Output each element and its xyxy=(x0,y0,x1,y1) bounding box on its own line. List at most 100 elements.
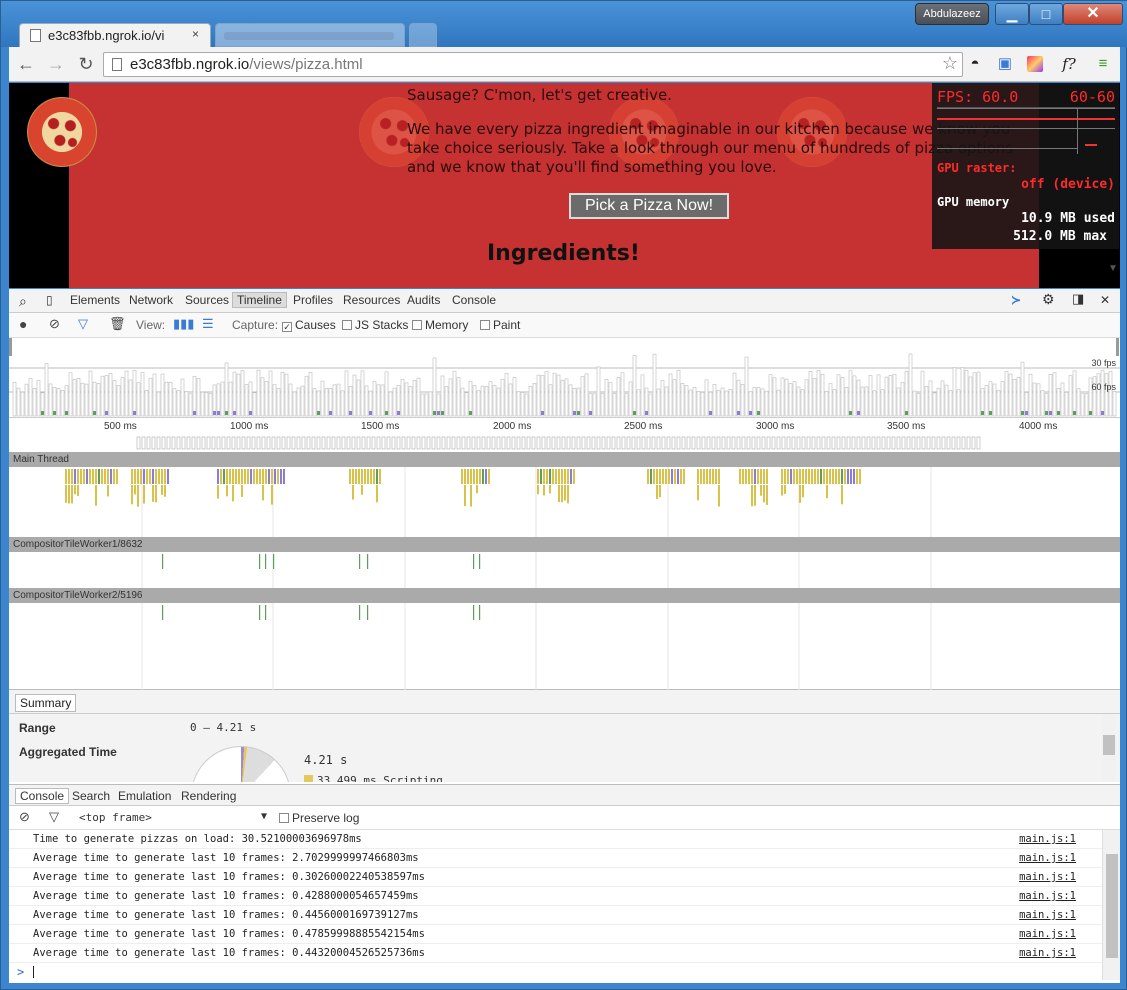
source-link[interactable]: main.js:1 xyxy=(1019,928,1076,940)
gpu-raster-label: GPU raster: xyxy=(937,161,1017,175)
close-devtools-icon[interactable]: ✕ xyxy=(1100,293,1110,307)
tab-sources[interactable]: Sources xyxy=(185,293,229,307)
source-link[interactable]: main.js:1 xyxy=(1019,909,1076,921)
frame-box xyxy=(356,436,361,450)
new-tab-button[interactable] xyxy=(409,23,437,47)
main-thread-subtask xyxy=(271,485,273,505)
main-thread-task xyxy=(92,469,94,484)
device-mode-icon[interactable]: ▯ xyxy=(46,293,53,307)
frame-box xyxy=(661,436,666,450)
flamechart-view-icon[interactable]: ☰ xyxy=(202,316,214,332)
tab-timeline[interactable]: Timeline xyxy=(232,292,287,308)
frame-bar xyxy=(176,390,181,417)
browser-tab-active[interactable]: e3c83fbb.ngrok.io/vi × xyxy=(19,23,211,47)
frame-bar xyxy=(860,386,865,417)
profile-badge[interactable]: Abdulazeez xyxy=(915,3,989,25)
timeline-overview[interactable]: 30 fps 60 fps xyxy=(9,338,1120,418)
tab-network[interactable]: Network xyxy=(129,293,173,307)
tab-console[interactable]: Console xyxy=(452,293,496,307)
track-compositor-worker-1[interactable]: CompositorTileWorker1/8632 xyxy=(9,537,1120,552)
pick-pizza-button[interactable]: Pick a Pizza Now! xyxy=(569,193,729,219)
filter-icon[interactable]: ▽ xyxy=(78,316,88,332)
maximize-button[interactable]: □ xyxy=(1029,3,1063,25)
close-tab-icon[interactable]: × xyxy=(192,27,199,41)
window-extension-icon[interactable]: ▣ xyxy=(995,55,1015,73)
source-link[interactable]: main.js:1 xyxy=(1019,833,1076,845)
frame-box xyxy=(236,436,241,450)
source-link[interactable]: main.js:1 xyxy=(1019,852,1076,864)
source-link[interactable]: main.js:1 xyxy=(1019,890,1076,902)
menu-hamburger-icon[interactable]: ≡ xyxy=(1093,55,1113,73)
frame-bar xyxy=(764,390,769,417)
frame-box xyxy=(706,436,711,450)
frame-bar xyxy=(888,375,893,417)
source-link[interactable]: main.js:1 xyxy=(1019,947,1076,959)
main-thread-task xyxy=(349,469,351,484)
summary-scrollbar[interactable] xyxy=(1102,714,1116,782)
source-link[interactable]: main.js:1 xyxy=(1019,871,1076,883)
flame-chart[interactable]: Main Thread CompositorTileWorker1/8632 C… xyxy=(9,452,1120,690)
frame-activity-mark xyxy=(541,411,544,415)
frame-box xyxy=(621,436,626,450)
console-input[interactable]: > xyxy=(9,963,1102,981)
js-stacks-checkbox[interactable]: JS Stacks xyxy=(342,318,408,332)
frame-box xyxy=(326,436,331,450)
incognito-mask-icon[interactable]: ◓ xyxy=(965,55,985,73)
frame-box xyxy=(816,436,821,450)
bookmark-star-icon[interactable]: ☆ xyxy=(942,53,958,74)
dock-side-icon[interactable]: ◨ xyxy=(1072,291,1084,307)
record-icon[interactable]: ● xyxy=(19,316,27,332)
address-bar[interactable]: e3c83fbb.ngrok.io/views/pizza.html ☆ xyxy=(103,52,963,77)
back-arrow-icon[interactable]: ← xyxy=(15,53,37,75)
drawer-tab-emulation[interactable]: Emulation xyxy=(118,789,171,803)
tab-summary[interactable]: Summary xyxy=(15,694,77,712)
minimize-button[interactable]: ▁ xyxy=(995,3,1029,25)
main-thread-task xyxy=(832,469,834,484)
console-drawer-icon[interactable]: ≻ xyxy=(1011,293,1021,307)
main-thread-subtask xyxy=(781,485,783,496)
frame-bar xyxy=(532,383,537,417)
track-compositor-worker-2[interactable]: CompositorTileWorker2/5196 xyxy=(9,588,1120,603)
inspect-search-icon[interactable]: ⌕ xyxy=(19,293,27,310)
drawer-tab-rendering[interactable]: Rendering xyxy=(181,789,236,803)
function-extension-icon[interactable]: f? xyxy=(1059,55,1079,73)
frame-bar xyxy=(676,369,681,417)
paint-checkbox[interactable]: Paint xyxy=(480,318,520,332)
frame-select[interactable]: <top frame> ▼ xyxy=(79,811,267,824)
track-main-thread[interactable]: Main Thread xyxy=(9,452,1120,467)
frame-bar xyxy=(444,386,449,417)
forward-arrow-icon[interactable]: → xyxy=(45,53,67,75)
frame-box xyxy=(456,436,461,450)
preserve-log-checkbox[interactable]: Preserve log xyxy=(279,811,359,825)
console-scrollbar[interactable] xyxy=(1102,830,1120,980)
frames-view-icon[interactable]: ▮▮▮ xyxy=(173,316,194,332)
frame-box xyxy=(316,436,321,450)
browser-tab-inactive[interactable] xyxy=(215,23,405,47)
settings-gear-icon[interactable]: ⚙ xyxy=(1042,291,1055,308)
frame-bar xyxy=(1080,393,1085,417)
console-filter-icon[interactable]: ▽ xyxy=(49,809,59,825)
reload-icon[interactable]: ↻ xyxy=(75,53,97,75)
frame-bar xyxy=(372,381,377,417)
frame-bar xyxy=(836,374,841,417)
clear-console-icon[interactable]: ⊘ xyxy=(19,809,30,825)
tab-elements[interactable]: Elements xyxy=(70,293,120,307)
tab-audits[interactable]: Audits xyxy=(407,293,440,307)
tab-profiles[interactable]: Profiles xyxy=(293,293,333,307)
close-window-button[interactable]: ✕ xyxy=(1063,3,1123,25)
memory-checkbox[interactable]: Memory xyxy=(412,318,468,332)
color-extension-icon[interactable] xyxy=(1027,56,1043,72)
page-scroll-down-icon[interactable]: ▼ xyxy=(1106,263,1120,283)
drawer-tab-console[interactable]: Console xyxy=(15,788,70,804)
main-thread-task xyxy=(543,469,545,484)
garbage-collect-icon[interactable]: 🗑 xyxy=(109,316,126,332)
clear-icon[interactable]: ⊘ xyxy=(49,316,60,332)
main-thread-subtask xyxy=(766,485,768,505)
frame-box xyxy=(641,436,646,450)
frame-activity-mark xyxy=(193,411,196,415)
tab-resources[interactable]: Resources xyxy=(343,293,400,307)
main-thread-task xyxy=(742,469,744,484)
main-thread-task xyxy=(110,469,112,484)
causes-checkbox[interactable]: ✓ Causes xyxy=(282,318,336,332)
drawer-tab-search[interactable]: Search xyxy=(72,789,110,803)
